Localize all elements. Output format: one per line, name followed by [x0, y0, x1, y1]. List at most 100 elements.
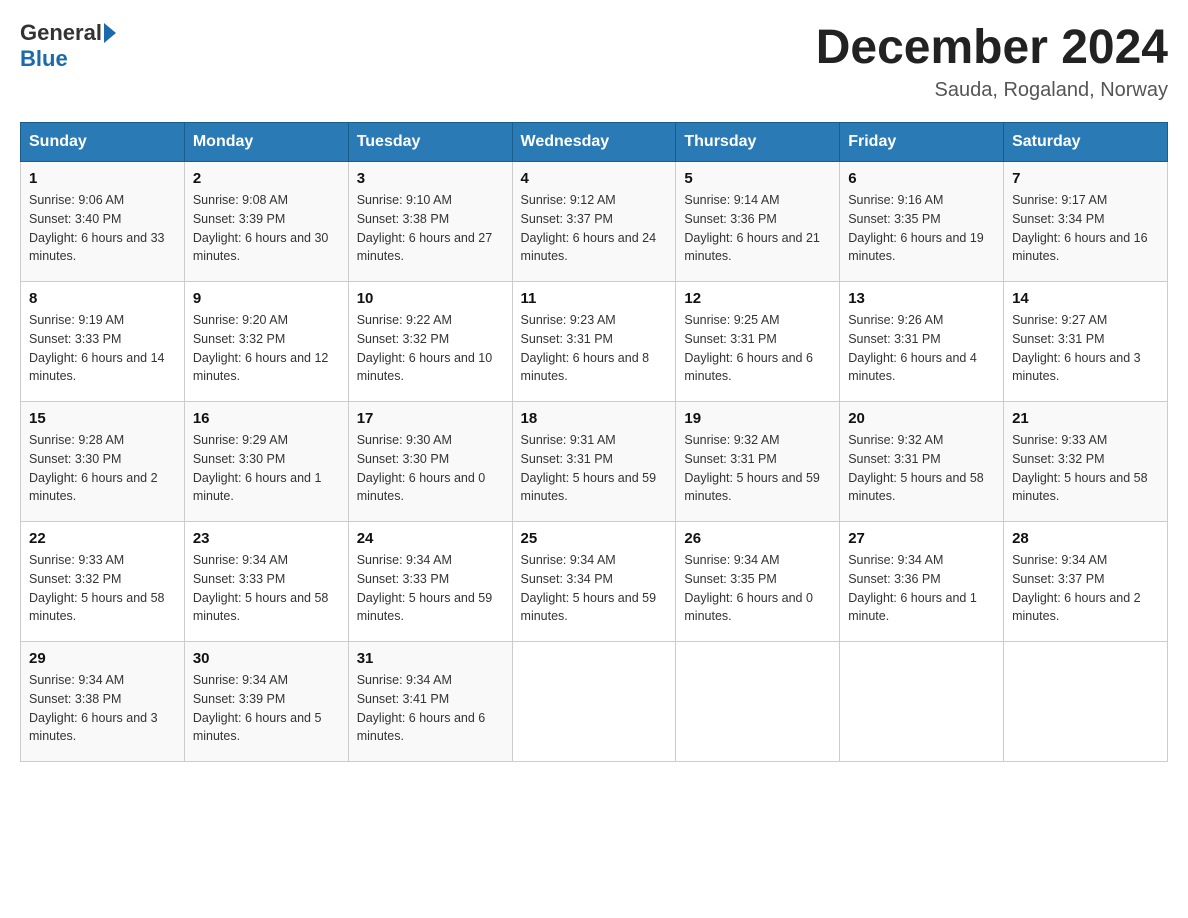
- day-cell: [1004, 642, 1168, 762]
- day-info: Sunrise: 9:34 AMSunset: 3:39 PMDaylight:…: [193, 671, 340, 746]
- day-number: 2: [193, 170, 340, 187]
- day-cell: 25 Sunrise: 9:34 AMSunset: 3:34 PMDayligh…: [512, 522, 676, 642]
- day-number: 26: [684, 530, 831, 547]
- day-cell: [676, 642, 840, 762]
- day-cell: 27 Sunrise: 9:34 AMSunset: 3:36 PMDayligh…: [840, 522, 1004, 642]
- day-info: Sunrise: 9:16 AMSunset: 3:35 PMDaylight:…: [848, 191, 995, 266]
- day-number: 10: [357, 290, 504, 307]
- day-cell: 11Sunrise: 9:23 AMSunset: 3:31 PMDayligh…: [512, 282, 676, 402]
- day-info: Sunrise: 9:17 AMSunset: 3:34 PMDaylight:…: [1012, 191, 1159, 266]
- day-cell: 20 Sunrise: 9:32 AMSunset: 3:31 PMDayligh…: [840, 402, 1004, 522]
- column-header-thursday: Thursday: [676, 123, 840, 162]
- day-cell: 31Sunrise: 9:34 AMSunset: 3:41 PMDayligh…: [348, 642, 512, 762]
- day-cell: [512, 642, 676, 762]
- day-cell: 14 Sunrise: 9:27 AMSunset: 3:31 PMDayligh…: [1004, 282, 1168, 402]
- day-number: 8: [29, 290, 176, 307]
- day-info: Sunrise: 9:22 AMSunset: 3:32 PMDaylight:…: [357, 311, 504, 386]
- page-header: General Blue December 2024 Sauda, Rogala…: [20, 20, 1168, 102]
- column-header-sunday: Sunday: [21, 123, 185, 162]
- day-number: 25: [521, 530, 668, 547]
- day-cell: 24 Sunrise: 9:34 AMSunset: 3:33 PMDayligh…: [348, 522, 512, 642]
- day-number: 28: [1012, 530, 1159, 547]
- day-number: 21: [1012, 410, 1159, 427]
- day-info: Sunrise: 9:33 AMSunset: 3:32 PMDaylight:…: [29, 551, 176, 626]
- day-cell: 2 Sunrise: 9:08 AMSunset: 3:39 PMDaylight…: [184, 162, 348, 282]
- day-cell: 10 Sunrise: 9:22 AMSunset: 3:32 PMDayligh…: [348, 282, 512, 402]
- day-info: Sunrise: 9:26 AMSunset: 3:31 PMDaylight:…: [848, 311, 995, 386]
- day-number: 27: [848, 530, 995, 547]
- week-row-3: 15Sunrise: 9:28 AMSunset: 3:30 PMDayligh…: [21, 402, 1168, 522]
- day-cell: 4Sunrise: 9:12 AMSunset: 3:37 PMDaylight…: [512, 162, 676, 282]
- day-info: Sunrise: 9:34 AMSunset: 3:33 PMDaylight:…: [357, 551, 504, 626]
- day-number: 15: [29, 410, 176, 427]
- day-info: Sunrise: 9:33 AMSunset: 3:32 PMDaylight:…: [1012, 431, 1159, 506]
- day-number: 6: [848, 170, 995, 187]
- day-cell: 18 Sunrise: 9:31 AMSunset: 3:31 PMDayligh…: [512, 402, 676, 522]
- day-info: Sunrise: 9:29 AMSunset: 3:30 PMDaylight:…: [193, 431, 340, 506]
- column-header-monday: Monday: [184, 123, 348, 162]
- column-header-wednesday: Wednesday: [512, 123, 676, 162]
- day-number: 3: [357, 170, 504, 187]
- logo-arrow-icon: [104, 23, 116, 43]
- calendar-header-row: SundayMondayTuesdayWednesdayThursdayFrid…: [21, 123, 1168, 162]
- day-number: 7: [1012, 170, 1159, 187]
- day-cell: [840, 642, 1004, 762]
- day-cell: 21 Sunrise: 9:33 AMSunset: 3:32 PMDayligh…: [1004, 402, 1168, 522]
- day-number: 24: [357, 530, 504, 547]
- logo-general-text: General: [20, 20, 102, 46]
- day-number: 29: [29, 650, 176, 667]
- day-info: Sunrise: 9:19 AMSunset: 3:33 PMDaylight:…: [29, 311, 176, 386]
- day-cell: 1 Sunrise: 9:06 AMSunset: 3:40 PMDaylight…: [21, 162, 185, 282]
- day-cell: 28 Sunrise: 9:34 AMSunset: 3:37 PMDayligh…: [1004, 522, 1168, 642]
- day-info: Sunrise: 9:31 AMSunset: 3:31 PMDaylight:…: [521, 431, 668, 506]
- day-number: 9: [193, 290, 340, 307]
- day-info: Sunrise: 9:06 AMSunset: 3:40 PMDaylight:…: [29, 191, 176, 266]
- day-number: 13: [848, 290, 995, 307]
- day-info: Sunrise: 9:10 AMSunset: 3:38 PMDaylight:…: [357, 191, 504, 266]
- day-info: Sunrise: 9:25 AMSunset: 3:31 PMDaylight:…: [684, 311, 831, 386]
- column-header-friday: Friday: [840, 123, 1004, 162]
- day-number: 20: [848, 410, 995, 427]
- month-title: December 2024: [816, 20, 1168, 75]
- day-number: 17: [357, 410, 504, 427]
- week-row-2: 8 Sunrise: 9:19 AMSunset: 3:33 PMDaylight…: [21, 282, 1168, 402]
- calendar-table: SundayMondayTuesdayWednesdayThursdayFrid…: [20, 122, 1168, 762]
- day-cell: 13 Sunrise: 9:26 AMSunset: 3:31 PMDayligh…: [840, 282, 1004, 402]
- week-row-4: 22 Sunrise: 9:33 AMSunset: 3:32 PMDayligh…: [21, 522, 1168, 642]
- day-info: Sunrise: 9:34 AMSunset: 3:35 PMDaylight:…: [684, 551, 831, 626]
- day-info: Sunrise: 9:34 AMSunset: 3:34 PMDaylight:…: [521, 551, 668, 626]
- day-number: 11: [521, 290, 668, 307]
- day-cell: 29Sunrise: 9:34 AMSunset: 3:38 PMDayligh…: [21, 642, 185, 762]
- logo-blue-text: Blue: [20, 46, 68, 72]
- day-number: 23: [193, 530, 340, 547]
- day-cell: 30 Sunrise: 9:34 AMSunset: 3:39 PMDayligh…: [184, 642, 348, 762]
- column-header-saturday: Saturday: [1004, 123, 1168, 162]
- day-info: Sunrise: 9:34 AMSunset: 3:33 PMDaylight:…: [193, 551, 340, 626]
- day-info: Sunrise: 9:32 AMSunset: 3:31 PMDaylight:…: [684, 431, 831, 506]
- day-number: 22: [29, 530, 176, 547]
- day-number: 1: [29, 170, 176, 187]
- day-cell: 3 Sunrise: 9:10 AMSunset: 3:38 PMDaylight…: [348, 162, 512, 282]
- day-cell: 16 Sunrise: 9:29 AMSunset: 3:30 PMDayligh…: [184, 402, 348, 522]
- day-info: Sunrise: 9:34 AMSunset: 3:37 PMDaylight:…: [1012, 551, 1159, 626]
- day-number: 14: [1012, 290, 1159, 307]
- day-number: 31: [357, 650, 504, 667]
- day-number: 30: [193, 650, 340, 667]
- day-cell: 6 Sunrise: 9:16 AMSunset: 3:35 PMDaylight…: [840, 162, 1004, 282]
- logo: General Blue: [20, 20, 118, 72]
- day-info: Sunrise: 9:12 AMSunset: 3:37 PMDaylight:…: [521, 191, 668, 266]
- day-cell: 15Sunrise: 9:28 AMSunset: 3:30 PMDayligh…: [21, 402, 185, 522]
- day-cell: 19Sunrise: 9:32 AMSunset: 3:31 PMDayligh…: [676, 402, 840, 522]
- day-cell: 9 Sunrise: 9:20 AMSunset: 3:32 PMDaylight…: [184, 282, 348, 402]
- day-info: Sunrise: 9:08 AMSunset: 3:39 PMDaylight:…: [193, 191, 340, 266]
- day-info: Sunrise: 9:32 AMSunset: 3:31 PMDaylight:…: [848, 431, 995, 506]
- day-number: 16: [193, 410, 340, 427]
- week-row-1: 1 Sunrise: 9:06 AMSunset: 3:40 PMDaylight…: [21, 162, 1168, 282]
- day-number: 18: [521, 410, 668, 427]
- column-header-tuesday: Tuesday: [348, 123, 512, 162]
- day-info: Sunrise: 9:30 AMSunset: 3:30 PMDaylight:…: [357, 431, 504, 506]
- day-info: Sunrise: 9:27 AMSunset: 3:31 PMDaylight:…: [1012, 311, 1159, 386]
- day-info: Sunrise: 9:20 AMSunset: 3:32 PMDaylight:…: [193, 311, 340, 386]
- day-info: Sunrise: 9:34 AMSunset: 3:36 PMDaylight:…: [848, 551, 995, 626]
- week-row-5: 29Sunrise: 9:34 AMSunset: 3:38 PMDayligh…: [21, 642, 1168, 762]
